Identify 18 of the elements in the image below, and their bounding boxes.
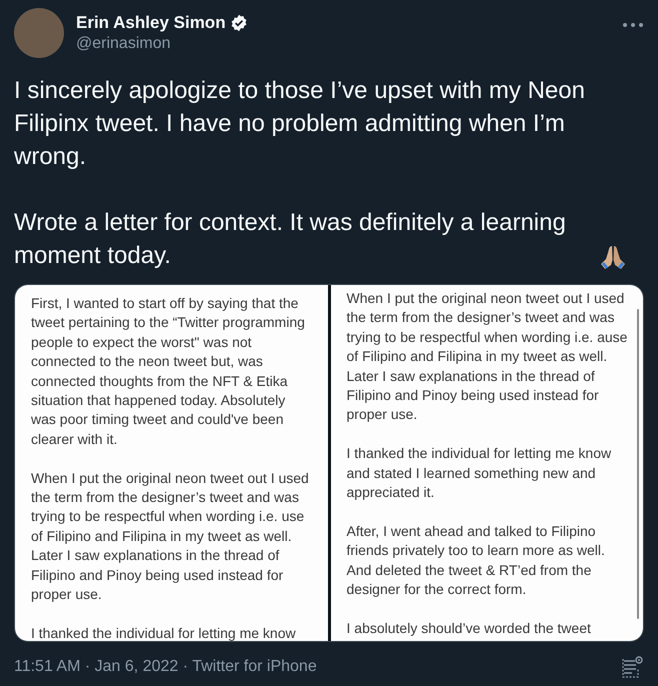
letter-paragraph: I absolutely should’ve worded the tweet [346, 618, 592, 638]
avatar[interactable] [14, 8, 64, 58]
more-options-icon[interactable] [622, 22, 644, 28]
author-handle[interactable]: @erinasimon [76, 35, 610, 53]
letter-paragraph: First, I wanted to start off by saying that the tweet pertaining to the “Twitter programming people to expect the worst" was not connected to the neon tweet but, was connected thoughts from the NFT & Etika situation that happened today. Absolutely was poor timing tweet and could've been clearer with it. [31, 294, 306, 449]
letter-paragraph: When I put the original neon tweet out I used the term from the designer’s tweet and was trying to be respectful when wording i.e. use of Filipino and Filipina in my tweet as well. Later I saw explanations in the thread of Filipino and Pinoy being used instead for proper use. [31, 468, 310, 604]
tweet-timestamp[interactable]: 11:51 AM · Jan 6, 2022 · Twitter for iPhone [14, 658, 317, 676]
letter-paragraph: I thanked the individual for letting me know and stated I learned something new and appreciated it. [346, 444, 612, 502]
letter-paragraph: After, I went ahead and talked to Filipino friends privately too to learn more as well. And deleted the tweet & RT’ed from the designer for the correct form. [346, 522, 606, 600]
image-gallery[interactable] [14, 284, 644, 642]
letter-paragraph: When I put the original neon tweet out I used the term from the designer’s tweet and was trying to be respectful when wording i.e. ause of Filipino and Filipina in my tweet as well. Later I saw explanations in the thread of Filipino and Pinoy being used instead for proper use. [346, 289, 628, 424]
notes-icon[interactable] [622, 656, 644, 678]
author-name[interactable]: Erin Ashley Simon [76, 13, 226, 33]
letter-screenshot[interactable] [15, 285, 328, 641]
letter-paragraph: I thanked the individual for letting me know [31, 624, 297, 641]
tweet-text: Wrote a letter for context. It was definitely a learning moment today. [14, 208, 567, 271]
letter-screenshot[interactable] [330, 285, 643, 641]
tweet-text: I sincerely apologize to those I’ve upset with my Neon Filipinx tweet. I have no problem admitting when I’m wrong. [14, 77, 585, 170]
